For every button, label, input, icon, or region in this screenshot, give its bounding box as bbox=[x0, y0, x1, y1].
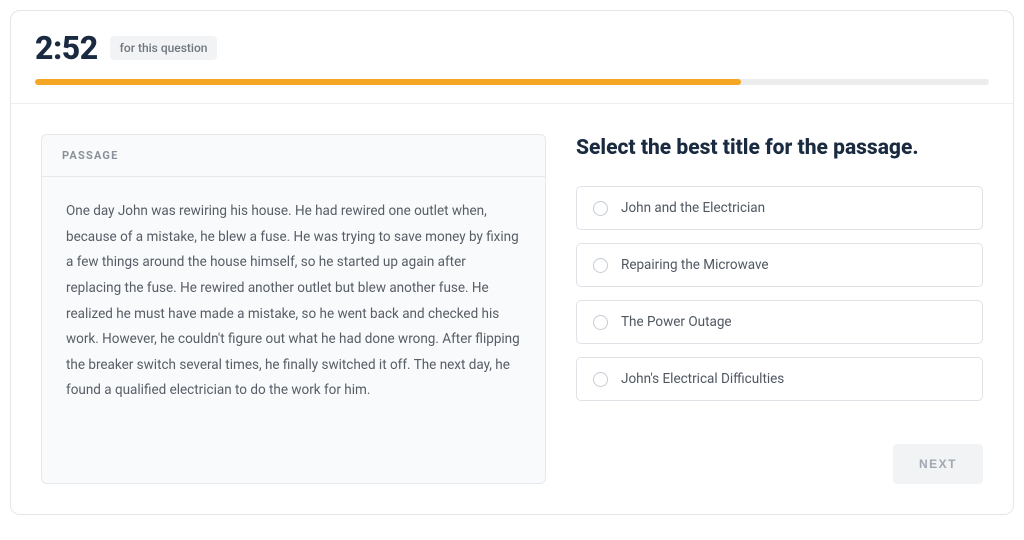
option-4[interactable]: John's Electrical Difficulties bbox=[576, 357, 983, 401]
option-1[interactable]: John and the Electrician bbox=[576, 186, 983, 230]
progress-bar bbox=[35, 79, 989, 85]
option-4-label: John's Electrical Difficulties bbox=[621, 371, 784, 387]
radio-icon bbox=[593, 258, 608, 273]
passage-panel: PASSAGE One day John was rewiring his ho… bbox=[41, 134, 546, 484]
body-row: PASSAGE One day John was rewiring his ho… bbox=[11, 104, 1013, 514]
timer-value: 2:52 bbox=[35, 29, 98, 67]
radio-icon bbox=[593, 315, 608, 330]
next-button[interactable]: NEXT bbox=[893, 444, 983, 484]
quiz-card: 2:52 for this question PASSAGE One day J… bbox=[10, 10, 1014, 515]
progress-fill bbox=[35, 79, 741, 85]
passage-header-label: PASSAGE bbox=[42, 135, 545, 177]
radio-icon bbox=[593, 201, 608, 216]
radio-icon bbox=[593, 372, 608, 387]
option-2[interactable]: Repairing the Microwave bbox=[576, 243, 983, 287]
option-1-label: John and the Electrician bbox=[621, 200, 765, 216]
passage-text: One day John was rewiring his house. He … bbox=[42, 177, 545, 426]
timer-note: for this question bbox=[110, 36, 218, 60]
options-list: John and the Electrician Repairing the M… bbox=[576, 186, 983, 401]
question-column: Select the best title for the passage. J… bbox=[576, 134, 983, 484]
option-3-label: The Power Outage bbox=[621, 314, 732, 330]
option-3[interactable]: The Power Outage bbox=[576, 300, 983, 344]
question-prompt: Select the best title for the passage. bbox=[576, 136, 983, 160]
footer-row: NEXT bbox=[576, 414, 983, 484]
option-2-label: Repairing the Microwave bbox=[621, 257, 769, 273]
header-row: 2:52 for this question bbox=[11, 11, 1013, 79]
